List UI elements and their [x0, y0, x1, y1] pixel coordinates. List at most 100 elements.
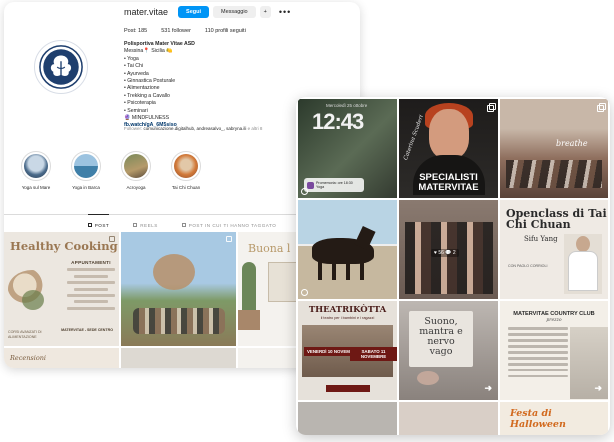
post-theatrikotta[interactable]: THEATRIKÒTTA il teatro per i bambini e i… [298, 301, 397, 400]
people-image [133, 308, 225, 334]
post-outdoor-group[interactable] [121, 232, 236, 346]
tab-label: POST IN CUI TI HANNO TAGGATO [188, 222, 277, 228]
post-title: MATERVITAE COUNTRY CLUB [513, 311, 595, 317]
post-horse[interactable] [298, 200, 397, 299]
carousel-icon [487, 103, 496, 112]
carousel-icon [109, 236, 115, 242]
bio-item: • Ayurveda [124, 70, 149, 77]
screenshot-stage: mater.vitae Segui Messaggio + ••• Post: … [0, 0, 614, 442]
post-caption: Recensioni [10, 354, 47, 362]
text-line [508, 368, 568, 372]
highlight-label: Yoga sul Mare [21, 185, 51, 190]
highlight-ring [71, 151, 101, 181]
tree-image [153, 254, 195, 290]
post-bottom-2[interactable] [399, 402, 498, 435]
portrait-face [429, 109, 469, 159]
post-clock-reminder[interactable]: Mercoledì 25 ottobre 12:43 Promemoria: o… [298, 99, 397, 198]
add-user-button[interactable]: + [259, 6, 271, 18]
post-small-text: CORSI AVANZATI DI ALIMENTAZIONE [8, 330, 42, 339]
post-halloween[interactable]: Festa di Halloween [500, 402, 608, 435]
post-subtitle: il teatro per i bambini e i ragazzi [320, 316, 375, 320]
post-title: SPECIALISTI MATERVITAE [418, 172, 479, 193]
appointments-block: APPUNTAMENTI [67, 260, 115, 310]
likes-comments-count: ♥ 56 💬 2 [431, 249, 459, 257]
post-healthy-cooking[interactable]: Healthy Cooking APPUNTAMENTI CORSI AVANZ… [4, 232, 119, 346]
cactus-image [242, 262, 256, 314]
highlight-thumbnail [174, 154, 198, 178]
post-bottom-1[interactable] [298, 402, 397, 435]
post-title: Buona l [248, 242, 291, 255]
highlight-label: Acroyoga [126, 185, 146, 190]
post-suono-mantra[interactable]: Suono, mantra e nervo vago ➜ [399, 301, 498, 400]
text-line [508, 332, 568, 336]
appointment-line [67, 268, 115, 272]
notification-text: Promemoria: ore 18:30 Yoga [316, 180, 353, 190]
appointment-line [74, 287, 108, 291]
post-subtitle: prezzo [546, 318, 562, 323]
appointments-heading: APPUNTAMENTI [71, 260, 111, 265]
highlight-yoga-sul-mare[interactable]: Yoga sul Mare [20, 151, 52, 190]
appointment-line [67, 306, 115, 310]
profile-header-row: mater.vitae Segui Messaggio + ••• [124, 5, 356, 19]
post-title: THEATRIKÒTTA [308, 305, 387, 315]
reel-icon [301, 188, 308, 195]
tab-tagged[interactable]: POST IN CUI TI HANNO TAGGATO [181, 215, 277, 230]
more-options-icon[interactable]: ••• [279, 7, 291, 17]
story-highlights: Yoga sul Mare Yoga in Barca Acroyoga Tai… [20, 151, 202, 190]
posts-grid-overlay: Mercoledì 25 ottobre 12:43 Promemoria: o… [296, 97, 610, 435]
arrow-right-icon: ➜ [484, 383, 492, 393]
highlight-label: Yoga in Barca [72, 185, 100, 190]
app-icon [307, 182, 314, 189]
highlight-acroyoga[interactable]: Acroyoga [120, 151, 152, 190]
bio-item: • Ginnastica Posturale [124, 78, 176, 85]
post-specialisti[interactable]: Caterina Scuderi SPECIALISTI MATERVITAE [399, 99, 498, 198]
highlight-yoga-in-barca[interactable]: Yoga in Barca [70, 151, 102, 190]
highlight-label: Tai Chi Chuan [171, 185, 201, 190]
yoga-mats-image [506, 160, 602, 188]
appointment-line [74, 300, 108, 304]
follow-button[interactable]: Segui [178, 6, 210, 18]
reels-icon [133, 223, 138, 227]
post-recensioni[interactable]: Recensioni [4, 348, 119, 368]
post-title: Healthy Cooking [10, 239, 118, 253]
appointment-line [67, 281, 115, 285]
highlight-tai-chi-chuan[interactable]: Tai Chi Chuan [170, 151, 202, 190]
lockscreen-clock: 12:43 [312, 109, 364, 134]
bio-item: • Alimentazione [124, 85, 160, 92]
followed-by-suffix: e altri 8 [246, 126, 263, 131]
tab-reels[interactable]: REELS [133, 215, 158, 230]
text-line [508, 350, 568, 354]
followed-by-line[interactable]: Follower: comunicazione.digitalhub, andr… [124, 126, 262, 131]
post-meta: CON PAOLO CORRIOLI [508, 264, 548, 268]
grid-icon [87, 223, 92, 227]
post-breathe[interactable]: breathe [500, 99, 608, 198]
following-count[interactable]: 110 profili seguiti [205, 28, 246, 34]
post-grey[interactable] [121, 348, 236, 368]
profile-username: mater.vitae [124, 7, 169, 17]
post-title: Festa di Halloween [510, 408, 566, 430]
text-line [508, 374, 568, 378]
event-date-badge: SABATO 11 NOVEMBRE [350, 347, 397, 361]
instructor-head [576, 236, 590, 252]
post-country-club[interactable]: MATERVITAE COUNTRY CLUB prezzo ➜ [500, 301, 608, 400]
bio-location: Messina📍 Sicilia 🍋 [124, 48, 173, 55]
profile-avatar[interactable] [34, 40, 88, 94]
posts-count: Post: 185 [124, 28, 148, 34]
text-line [508, 327, 568, 330]
followers-count[interactable]: 531 follower [161, 28, 191, 34]
text-line [508, 338, 568, 342]
pot-image [238, 310, 260, 330]
highlight-ring [121, 151, 151, 181]
frame-image [268, 262, 298, 302]
message-button[interactable]: Messaggio [213, 6, 256, 18]
cta-bar [326, 385, 370, 392]
horse-legs-image [318, 260, 368, 280]
profile-stats: Post: 185 531 follower 110 profili segui… [124, 28, 246, 34]
post-children-group[interactable]: ♥ 56 💬 2 [399, 200, 498, 299]
bio-item: • Yoga [124, 55, 139, 62]
text-line [508, 362, 568, 366]
carousel-icon [597, 103, 606, 112]
post-tai-chi-openclass[interactable]: Openclass di Tai Chi Chuan Sifu Yang CON… [500, 200, 608, 299]
reel-icon [301, 289, 308, 296]
tab-post[interactable]: POST [87, 214, 110, 230]
